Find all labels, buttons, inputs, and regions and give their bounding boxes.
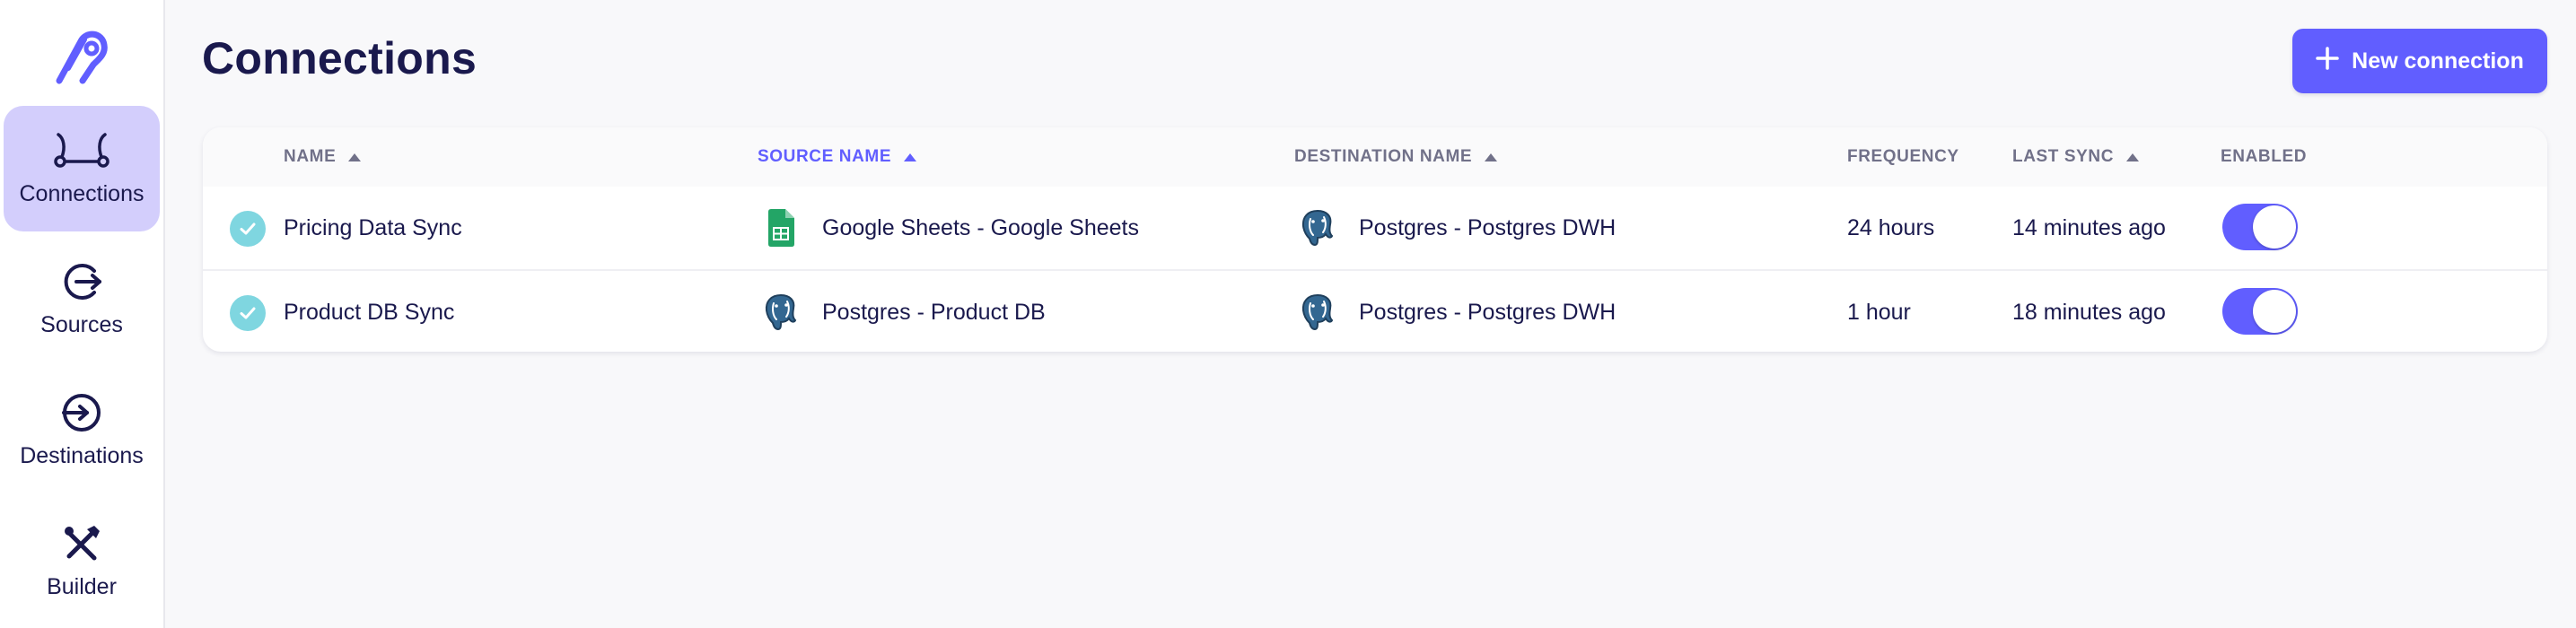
column-header-source-name[interactable]: SOURCE NAME [758, 127, 917, 187]
column-header-label: SOURCE NAME [758, 147, 892, 166]
sidebar-item-connections[interactable]: Connections [4, 106, 160, 231]
destination-cell: Postgres - Postgres DWH [1298, 187, 1616, 269]
source-cell: Postgres - Product DB [761, 271, 1046, 352]
postgres-icon [1298, 207, 1337, 249]
google-sheets-icon [761, 207, 801, 249]
destination-cell: Postgres - Postgres DWH [1298, 271, 1616, 352]
enabled-toggle[interactable] [2222, 204, 2298, 250]
column-header-label: FREQUENCY [1847, 147, 1959, 166]
frequency: 1 hour [1847, 299, 1911, 325]
column-header-label: LAST SYNC [2012, 147, 2115, 166]
destination-name: Postgres - Postgres DWH [1359, 299, 1617, 325]
check-circle-icon [230, 295, 266, 331]
sort-ascending-icon [904, 153, 917, 161]
connections-icon [53, 126, 110, 176]
sidebar-item-builder[interactable]: Builder [4, 499, 160, 624]
column-header-destination-name[interactable]: DESTINATION NAME [1294, 127, 1498, 187]
destinations-icon [53, 388, 110, 438]
source-name: Postgres - Product DB [822, 299, 1046, 325]
table-header: NAME SOURCE NAME DESTINATION NAME FREQUE… [203, 127, 2547, 187]
column-header-label: NAME [284, 147, 337, 166]
toggle-knob [2253, 290, 2296, 333]
connection-name: Pricing Data Sync [284, 214, 462, 240]
source-cell: Google Sheets - Google Sheets [761, 187, 1139, 269]
column-header-label: ENABLED [2221, 147, 2308, 166]
new-connection-label: New connection [2352, 48, 2524, 74]
sort-ascending-icon [1485, 153, 1498, 161]
sidebar: Connections Sources Destinations Builder [0, 0, 165, 628]
connections-table: NAME SOURCE NAME DESTINATION NAME FREQUE… [203, 127, 2547, 352]
plus-icon [2316, 46, 2339, 76]
sidebar-item-label: Builder [47, 574, 117, 599]
frequency: 24 hours [1847, 214, 1935, 240]
sort-ascending-icon [2126, 153, 2140, 161]
sidebar-item-sources[interactable]: Sources [4, 237, 160, 362]
new-connection-button[interactable]: New connection [2292, 29, 2547, 93]
column-header-frequency: FREQUENCY [1847, 127, 1959, 187]
last-sync: 18 minutes ago [2012, 299, 2166, 325]
destination-name: Postgres - Postgres DWH [1359, 214, 1617, 240]
sidebar-item-label: Sources [40, 312, 123, 337]
table-row[interactable]: Product DB Sync Postgres - Product DB Po… [203, 269, 2547, 352]
check-circle-icon [230, 211, 266, 247]
builder-tools-icon [53, 519, 110, 569]
toggle-knob [2253, 205, 2296, 249]
column-header-enabled: ENABLED [2221, 127, 2307, 187]
connection-name: Product DB Sync [284, 299, 455, 325]
sort-ascending-icon [348, 153, 362, 161]
column-header-name[interactable]: NAME [284, 127, 362, 187]
sources-icon [53, 257, 110, 307]
source-name: Google Sheets - Google Sheets [822, 214, 1140, 240]
sidebar-item-destinations[interactable]: Destinations [4, 368, 160, 493]
sidebar-item-label: Destinations [20, 443, 144, 468]
table-row[interactable]: Pricing Data Sync Google Sheets - Google… [203, 187, 2547, 269]
postgres-icon [761, 292, 801, 333]
last-sync: 14 minutes ago [2012, 214, 2166, 240]
enabled-toggle[interactable] [2222, 288, 2298, 335]
page-title: Connections [202, 33, 478, 83]
airbyte-logo-icon[interactable] [50, 25, 113, 90]
sidebar-item-label: Connections [19, 181, 145, 206]
column-header-label: DESTINATION NAME [1294, 147, 1473, 166]
column-header-last-sync[interactable]: LAST SYNC [2012, 127, 2140, 187]
postgres-icon [1298, 292, 1337, 333]
